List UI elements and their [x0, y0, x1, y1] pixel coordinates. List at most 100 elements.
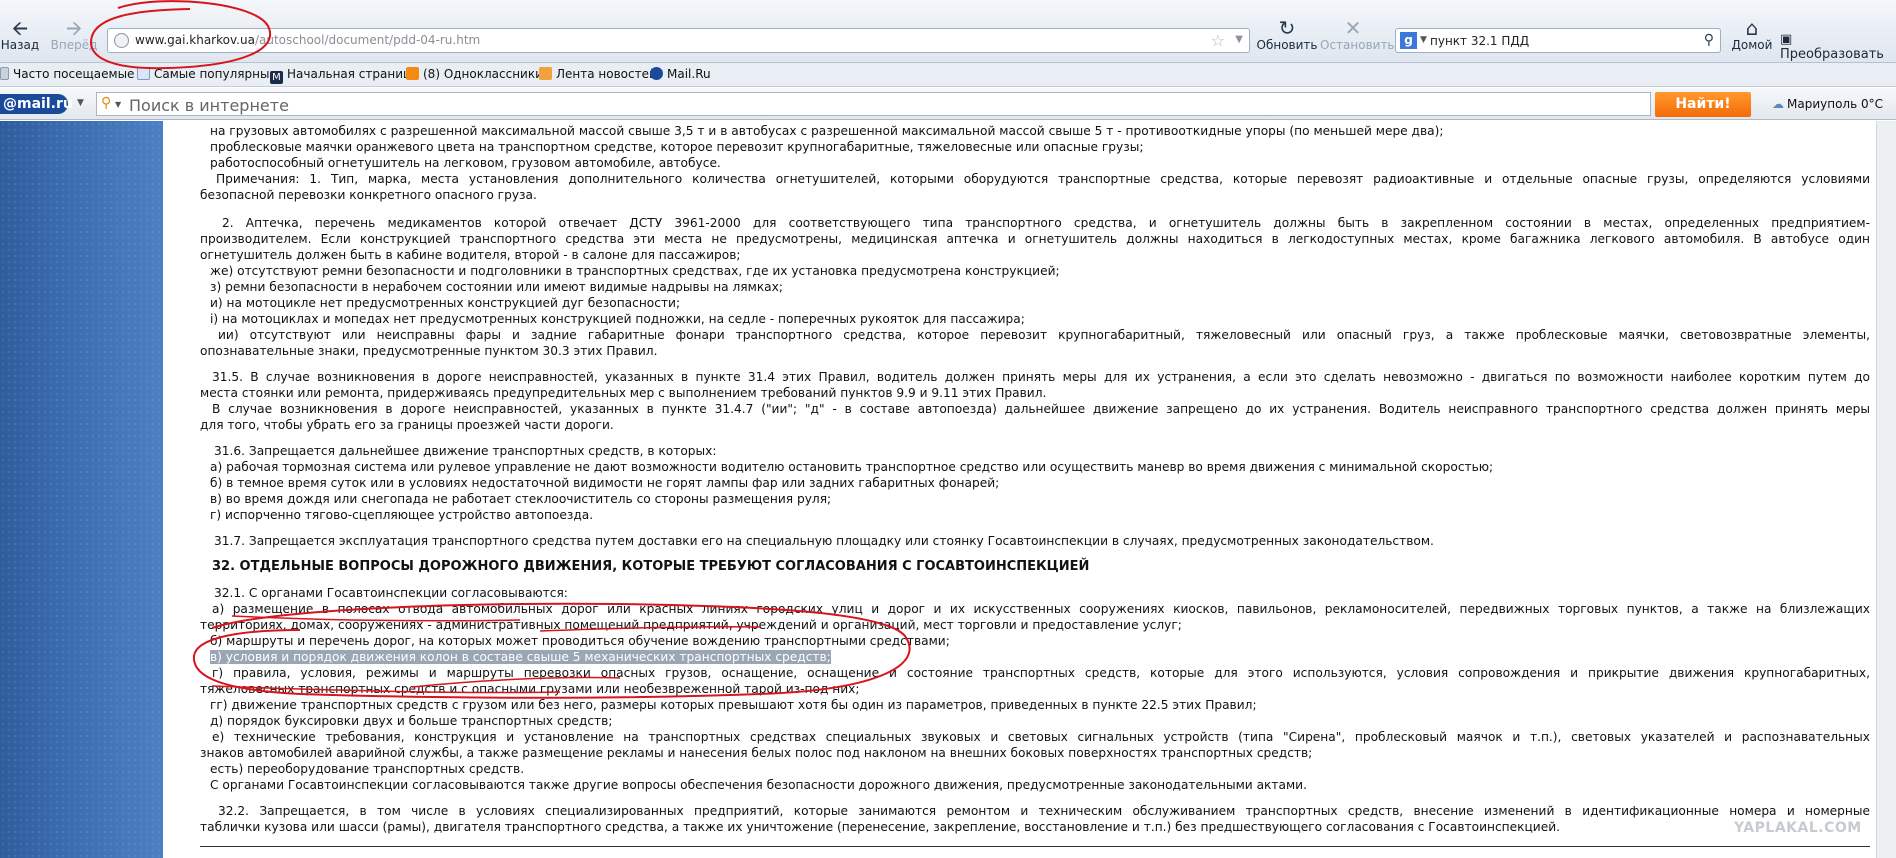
doc-line: В случае возникновения в дороге неисправ… — [200, 402, 1870, 417]
doc-line: 32.1. С органами Госавтоинспекции соглас… — [214, 586, 568, 600]
find-button[interactable]: Найти! — [1655, 92, 1751, 117]
arrow-right-icon: 🡪 — [65, 16, 83, 40]
doc-line-text: 31.5. В случае возникновения в дороге не… — [212, 370, 1870, 384]
bookmark-label: (8) Одноклассники — [423, 67, 543, 81]
bookmark-popular[interactable]: Самые популярные — [137, 67, 277, 81]
doc-line-text: е) технические требования, конструкция и… — [212, 730, 1870, 744]
vertical-scrollbar[interactable] — [1876, 121, 1896, 858]
bookmark-star-icon[interactable]: ☆ — [1211, 31, 1225, 50]
doc-line: же) отсутствуют ремни безопасности и под… — [210, 264, 1060, 278]
odnoklassniki-icon — [406, 67, 419, 80]
bookmarks-toolbar: Часто посещаемые Самые популярные M Начал… — [0, 63, 1896, 87]
search-icon: ⚲ — [101, 95, 112, 111]
chevron-down-icon[interactable]: ▼ — [77, 98, 84, 108]
search-placeholder: Поиск в интернете — [129, 96, 289, 115]
doc-line-text: г) правила, условия, режимы и маршруты п… — [212, 666, 1870, 680]
doc-line: а) размещение в полосах отвода автомобил… — [200, 602, 1870, 617]
doc-line: і) на мотоциклах и мопедах нет предусмот… — [210, 312, 1025, 326]
bookmark-label: Начальная страница — [287, 67, 419, 81]
doc-line: д) порядок буксировки двух и больше тран… — [210, 714, 613, 728]
bookmark-frequent[interactable]: Часто посещаемые — [0, 67, 134, 81]
stop-button[interactable]: ✕ Остановить — [1320, 16, 1395, 52]
doc-line: есть) переоборудование транспортных сред… — [210, 762, 525, 776]
url-text[interactable]: www.gai.kharkov.ua/autoschool/document/p… — [135, 33, 480, 47]
convert-icon: ▣ — [1780, 32, 1793, 47]
weather-widget[interactable]: ☁ Мариуполь 0°С — [1772, 97, 1883, 111]
watermark: YAPLAKAL.COM — [1734, 820, 1862, 836]
mailru-logo[interactable]: @mail.ru — [0, 94, 73, 114]
forward-label: Вперёд — [50, 38, 98, 52]
bookmark-odnoklassniki[interactable]: (8) Одноклассники — [406, 67, 543, 81]
mailru-icon — [650, 67, 663, 80]
doc-line-text: 2. Аптечка, перечень медикаментов которо… — [222, 216, 1870, 230]
doc-line-text: ии) отсутствуют или неисправны фары и за… — [218, 328, 1870, 342]
doc-line: а) рабочая тормозная система или рулевое… — [210, 460, 1494, 474]
close-icon: ✕ — [1344, 16, 1362, 40]
reload-label: Обновить — [1256, 38, 1318, 52]
doc-line: тяжеловесных транспортных средств и с оп… — [200, 682, 860, 696]
doc-line: опознавательные знаки, предусмотренные п… — [200, 344, 658, 358]
doc-line: 31.6. Запрещается дальнейшее движение тр… — [214, 444, 717, 458]
doc-line: в) во время дождя или снегопада не работ… — [210, 492, 832, 506]
google-icon[interactable]: g — [1400, 32, 1417, 49]
bookmark-start-page[interactable]: M Начальная страница — [270, 67, 419, 84]
doc-line: гг) движение транспортных средств с груз… — [210, 698, 1257, 712]
folder-icon — [137, 67, 150, 80]
doc-line: огнетушитель должен быть в кабине водите… — [200, 248, 741, 262]
doc-line: б) маршруты и перечень дорог, на которых… — [210, 634, 950, 648]
history-dropdown-icon[interactable]: ▼ — [1235, 34, 1243, 45]
doc-line: С органами Госавтоинспекции согласовываю… — [210, 778, 1307, 792]
url-path: /autoschool/document/pdd-04-ru.htm — [254, 33, 481, 47]
doc-line: 2. Аптечка, перечень медикаментов которо… — [200, 216, 1870, 231]
section-heading: 32. ОТДЕЛЬНЫЕ ВОПРОСЫ ДОРОЖНОГО ДВИЖЕНИЯ… — [212, 559, 1090, 574]
search-icon[interactable]: ⚲ — [1704, 32, 1714, 48]
doc-line: г) правила, условия, режимы и маршруты п… — [200, 666, 1870, 681]
mailru-search-input[interactable]: ⚲ ▼ Поиск в интернете — [96, 92, 1651, 116]
mailru-toolbar: @mail.ru ▼ ⚲ ▼ Поиск в интернете Найти! … — [0, 88, 1896, 120]
bookmark-label: Лента новостей — [556, 67, 657, 81]
search-box[interactable]: g ▼ пункт 32.1 ПДД ⚲ — [1395, 28, 1721, 53]
bookmark-mailru[interactable]: Mail.Ru — [650, 67, 711, 81]
doc-line: Примечания: 1. Тип, марка, места установ… — [200, 172, 1870, 187]
doc-line: г) испорченно тягово-сцепляющее устройст… — [210, 508, 594, 522]
convert-label: Преобразовать — [1780, 47, 1884, 62]
bookmark-news-feed[interactable]: Лента новостей — [539, 67, 657, 81]
bookmark-label: Часто посещаемые — [13, 67, 135, 81]
doc-line: е) технические требования, конструкция и… — [200, 730, 1870, 745]
doc-line: и) на мотоцикле нет предусмотренных конс… — [210, 296, 681, 310]
home-button[interactable]: ⌂ Домой — [1728, 18, 1776, 52]
doc-line-text: а) размещение в полосах отвода автомобил… — [212, 602, 1870, 616]
reload-icon: ↻ — [1278, 16, 1296, 40]
url-host: www.gai.kharkov.ua — [135, 33, 255, 47]
bookmark-label: Mail.Ru — [667, 67, 711, 81]
doc-line: ии) отсутствуют или неисправны фары и за… — [200, 328, 1870, 343]
doc-line: з) ремни безопасности в нерабочем состоя… — [210, 280, 783, 294]
doc-line: в) условия и порядок движения колон в со… — [210, 650, 831, 665]
doc-line-text: Примечания: 1. Тип, марка, места установ… — [216, 172, 1870, 186]
doc-line: б) в темное время суток или в условиях н… — [210, 476, 1000, 490]
home-icon: ⌂ — [1745, 16, 1759, 40]
address-bar[interactable]: www.gai.kharkov.ua/autoschool/document/p… — [107, 28, 1250, 53]
chevron-down-icon[interactable]: ▼ — [115, 100, 121, 109]
doc-line: территориях, домах, сооружениях - админи… — [200, 618, 1182, 632]
bottom-divider — [200, 846, 1870, 847]
doc-line: места стоянки или ремонта, придерживаясь… — [200, 386, 1047, 400]
forward-button[interactable]: 🡪 Вперёд — [50, 18, 98, 52]
doc-line: проблесковые маячки оранжевого цвета на … — [210, 140, 1144, 154]
weather-text: Мариуполь 0°С — [1787, 97, 1883, 111]
doc-line-text: В случае возникновения в дороге неисправ… — [212, 402, 1870, 416]
reload-button[interactable]: ↻ Обновить — [1256, 18, 1318, 52]
globe-icon — [114, 33, 129, 48]
search-input[interactable]: пункт 32.1 ПДД — [1430, 34, 1529, 48]
home-label: Домой — [1731, 38, 1773, 52]
cloud-icon: ☁ — [1772, 97, 1784, 111]
doc-line: работоспособный огнетушитель на легковом… — [210, 156, 721, 170]
doc-line-text: 32.2. Запрещается, в том числе в условия… — [218, 804, 1870, 818]
doc-line: производителем. Если конструкцией трансп… — [200, 232, 1870, 246]
highlighted-selection[interactable]: в) условия и порядок движения колон в со… — [210, 650, 831, 664]
navigation-toolbar: 🡨 Назад 🡪 Вперёд www.gai.kharkov.ua/auto… — [0, 0, 1896, 63]
back-button[interactable]: 🡨 Назад — [0, 18, 40, 52]
bookmark-label: Самые популярные — [154, 67, 277, 81]
convert-button[interactable]: ▣ Преобразовать — [1780, 32, 1894, 62]
chevron-down-icon[interactable]: ▼ — [1420, 35, 1427, 45]
